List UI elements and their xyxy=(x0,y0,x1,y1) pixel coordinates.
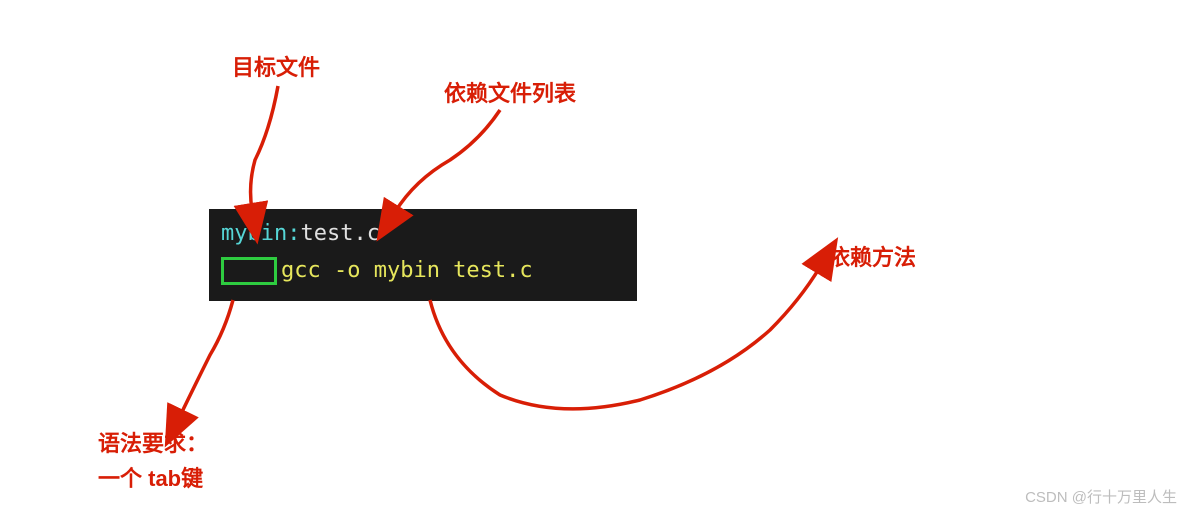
code-command: gcc -o mybin test.c xyxy=(281,254,533,287)
arrow-target-file xyxy=(251,86,278,210)
syntax-line2: 一个 tab键 xyxy=(98,461,208,496)
code-dependency: test.c xyxy=(300,217,379,250)
code-block: mybin:test.c gcc -o mybin test.c xyxy=(209,209,637,301)
code-colon: : xyxy=(287,217,300,250)
arrow-dependency-list xyxy=(395,110,500,212)
label-target-file: 目标文件 xyxy=(232,50,320,85)
label-dependency-list: 依赖文件列表 xyxy=(444,76,576,111)
syntax-line1: 语法要求： xyxy=(98,426,208,461)
label-dependency-method: 依赖方法 xyxy=(828,240,916,275)
code-target: mybin xyxy=(221,217,287,250)
tab-indicator-box xyxy=(221,257,277,285)
arrow-syntax-requirement xyxy=(180,300,233,416)
makefile-line-1: mybin:test.c xyxy=(221,217,625,250)
makefile-line-2: gcc -o mybin test.c xyxy=(221,254,625,287)
label-syntax-requirement: 语法要求： 一个 tab键 xyxy=(98,426,208,496)
watermark: CSDN @行十万里人生 xyxy=(1025,486,1177,507)
